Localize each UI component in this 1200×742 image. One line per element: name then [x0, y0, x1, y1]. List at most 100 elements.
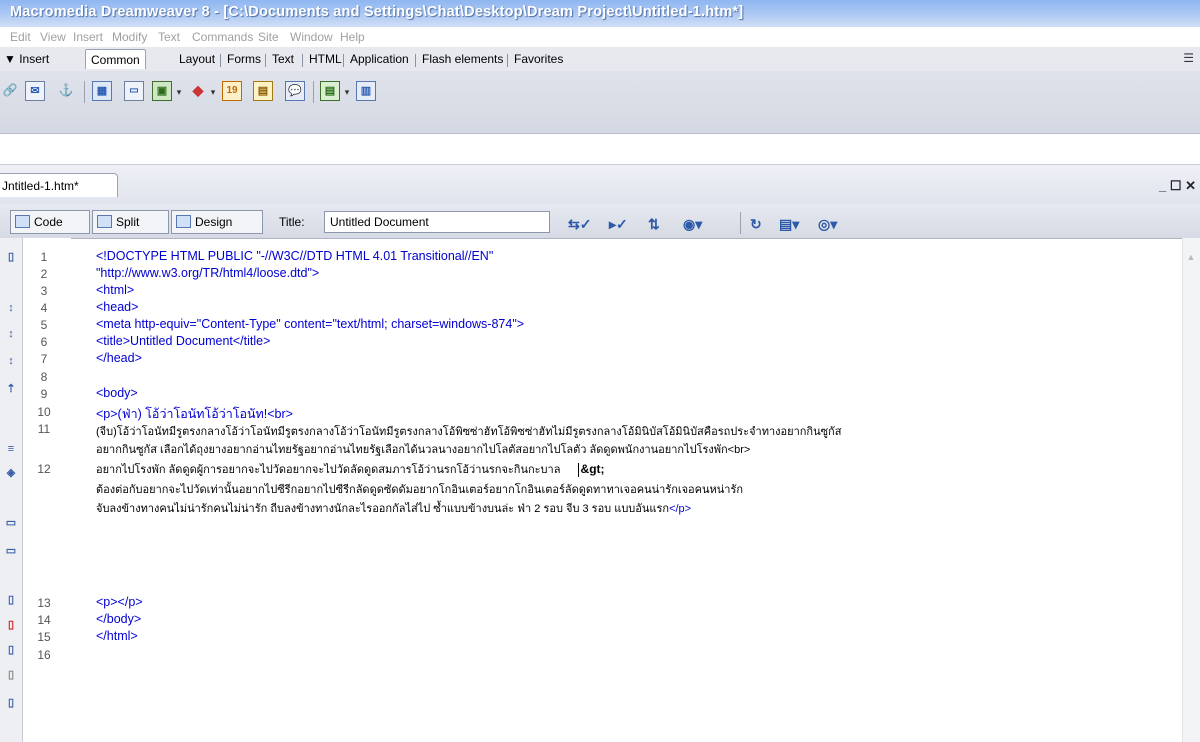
collapse-tag-icon[interactable]: ↕ — [5, 302, 17, 316]
code-line: <meta http-equiv="Content-Type" content=… — [96, 317, 525, 331]
tab-flash-elements[interactable]: Flash elements — [422, 52, 503, 66]
code-editor[interactable]: <!DOCTYPE HTML PUBLIC "-//W3C//DTD HTML … — [96, 238, 1176, 742]
file-management-icon[interactable]: ⇅ — [648, 216, 660, 233]
tab-layout[interactable]: Layout — [179, 52, 215, 66]
media-icon[interactable]: ◆ — [188, 81, 208, 101]
split-view-icon — [97, 215, 112, 229]
title-input[interactable] — [324, 211, 550, 233]
table-icon[interactable]: ▦ — [92, 81, 112, 101]
insert-panel: ▼ Insert Common Layout Forms Text HTML A… — [0, 47, 1200, 134]
line-number: 14 — [37, 613, 51, 627]
document-tab[interactable]: Jntitled-1.htm* — [0, 173, 118, 197]
image-icon[interactable]: ▣ — [152, 81, 172, 101]
outdent-icon[interactable]: ▯ — [5, 668, 17, 682]
toolbar-separator — [740, 212, 741, 234]
menu-text[interactable]: Text — [158, 30, 180, 44]
head-dropdown-icon[interactable]: ▾ — [342, 87, 352, 97]
line-number: 4 — [40, 301, 48, 315]
refresh-icon[interactable]: ↻ — [750, 216, 762, 233]
menu-view[interactable]: View — [40, 30, 66, 44]
code-line: (จีบ)โอ้ว่าโอนัทมีรูตรงกลางโอ้ว่าโอนัทมี… — [96, 426, 842, 438]
line-number: 13 — [37, 596, 51, 610]
line-number: 2 — [40, 267, 48, 281]
code-line: <p>(ฟ่า) โอ้ว่าโอนัทโอ้ว่าโอนัท!<br> — [96, 407, 293, 421]
code-line: <head> — [96, 300, 139, 314]
insert-panel-toggle[interactable]: ▼ Insert — [4, 52, 49, 66]
highlight-invalid-icon[interactable]: ◈ — [5, 466, 17, 480]
tab-html[interactable]: HTML — [309, 52, 342, 66]
email-link-icon[interactable]: ✉ — [25, 81, 45, 101]
line-number: 5 — [40, 318, 48, 332]
code-line-text: จับลงข้างทางคนไม่น่ารักคนไม่น่ารัก ถีบลง… — [96, 503, 670, 515]
code-view-label: Code — [34, 215, 63, 229]
recent-snippets-icon[interactable]: ▯ — [5, 618, 17, 632]
tab-common[interactable]: Common — [85, 49, 146, 69]
media-dropdown-icon[interactable]: ▾ — [208, 87, 218, 97]
comment-icon[interactable]: 💬 — [285, 81, 305, 101]
design-view-button[interactable]: Design — [171, 210, 263, 234]
date-icon[interactable]: 19 — [222, 81, 242, 101]
preview-browser-icon[interactable]: ◉▾ — [683, 216, 702, 233]
indent-icon[interactable]: ▯ — [5, 643, 17, 657]
layer-icon[interactable]: ▭ — [124, 81, 144, 101]
menu-bar: Edit View Insert Modify Text Commands Si… — [0, 27, 1200, 47]
server-side-include-icon[interactable]: ▤ — [253, 81, 273, 101]
tab-text[interactable]: Text — [272, 52, 294, 66]
panel-options-icon[interactable]: ☰ — [1183, 51, 1194, 65]
collapse-selection-icon[interactable]: ↕ — [5, 328, 17, 342]
document-toolbar: Code Split Design Title: ⇆✓ ▸✓ ⇅ ◉▾ ↻ ▤▾… — [0, 204, 1200, 239]
menu-insert[interactable]: Insert — [73, 30, 103, 44]
named-anchor-icon[interactable]: ⚓ — [56, 81, 76, 101]
code-line: </head> — [96, 351, 142, 365]
window-titlebar[interactable]: Macromedia Dreamweaver 8 - [C:\Documents… — [0, 0, 1200, 27]
code-view-button[interactable]: Code — [10, 210, 90, 234]
format-source-icon[interactable]: ▯ — [5, 696, 17, 710]
tab-forms[interactable]: Forms — [227, 52, 261, 66]
template-icon[interactable]: ▥ — [356, 81, 376, 101]
scroll-up-icon[interactable]: ▲ — [1186, 252, 1196, 262]
menu-commands[interactable]: Commands — [192, 30, 253, 44]
code-line: "http://www.w3.org/TR/html4/loose.dtd"> — [96, 266, 320, 280]
title-label: Title: — [279, 215, 305, 229]
head-icon[interactable]: ▤ — [320, 81, 340, 101]
wrap-tag-icon[interactable]: ▯ — [5, 593, 17, 607]
document-window-controls[interactable]: _ ☐ ✕ — [1159, 178, 1196, 194]
code-line: </html> — [96, 629, 138, 643]
menu-edit[interactable]: Edit — [10, 30, 31, 44]
tab-separator — [265, 54, 266, 67]
select-parent-tag-icon[interactable]: ⇡ — [5, 382, 17, 396]
line-number: 6 — [40, 335, 48, 349]
code-line: จับลงข้างทางคนไม่น่ารักคนไม่น่ารัก ถีบลง… — [96, 499, 691, 517]
split-view-button[interactable]: Split — [92, 210, 169, 234]
visual-aids-icon[interactable]: ◎▾ — [818, 216, 837, 233]
menu-site[interactable]: Site — [258, 30, 279, 44]
code-line-text: อยากไปโรงพัก ลัดดูดผู้การอยากจะไปวัดอยาก… — [96, 464, 561, 476]
menu-window[interactable]: Window — [290, 30, 333, 44]
browser-check-icon[interactable]: ▸✓ — [609, 216, 628, 233]
document-tab-label: Jntitled-1.htm* — [2, 179, 79, 193]
window-title: Macromedia Dreamweaver 8 - [C:\Documents… — [10, 4, 744, 20]
hyperlink-icon[interactable]: 🔗 — [0, 81, 20, 101]
expand-all-icon[interactable]: ↕ — [5, 355, 17, 369]
apply-comment-icon[interactable]: ▭ — [5, 516, 17, 530]
insert-header: ▼ Insert Common Layout Forms Text HTML A… — [0, 47, 1200, 71]
line-number: 15 — [37, 630, 51, 644]
line-number: 11 — [37, 422, 51, 436]
line-number: 1 — [40, 250, 48, 264]
open-documents-icon[interactable]: ▯ — [5, 250, 17, 264]
tab-separator — [415, 54, 416, 67]
document-tabs: Jntitled-1.htm* _ ☐ ✕ — [0, 164, 1200, 205]
view-options-icon[interactable]: ▤▾ — [779, 216, 799, 233]
code-line: อยากไปโรงพัก ลัดดูดผู้การอยากจะไปวัดอยาก… — [96, 460, 605, 478]
tab-separator — [302, 54, 303, 67]
split-view-label: Split — [116, 215, 140, 229]
menu-modify[interactable]: Modify — [112, 30, 147, 44]
tab-application[interactable]: Application — [350, 52, 409, 66]
line-numbers-icon[interactable]: ≡ — [5, 443, 17, 457]
remove-comment-icon[interactable]: ▭ — [5, 544, 17, 558]
image-dropdown-icon[interactable]: ▾ — [174, 87, 184, 97]
vertical-scrollbar[interactable]: ▲ — [1182, 238, 1200, 742]
menu-help[interactable]: Help — [340, 30, 365, 44]
validate-markup-icon[interactable]: ⇆✓ — [568, 216, 591, 233]
tab-favorites[interactable]: Favorites — [514, 52, 563, 66]
